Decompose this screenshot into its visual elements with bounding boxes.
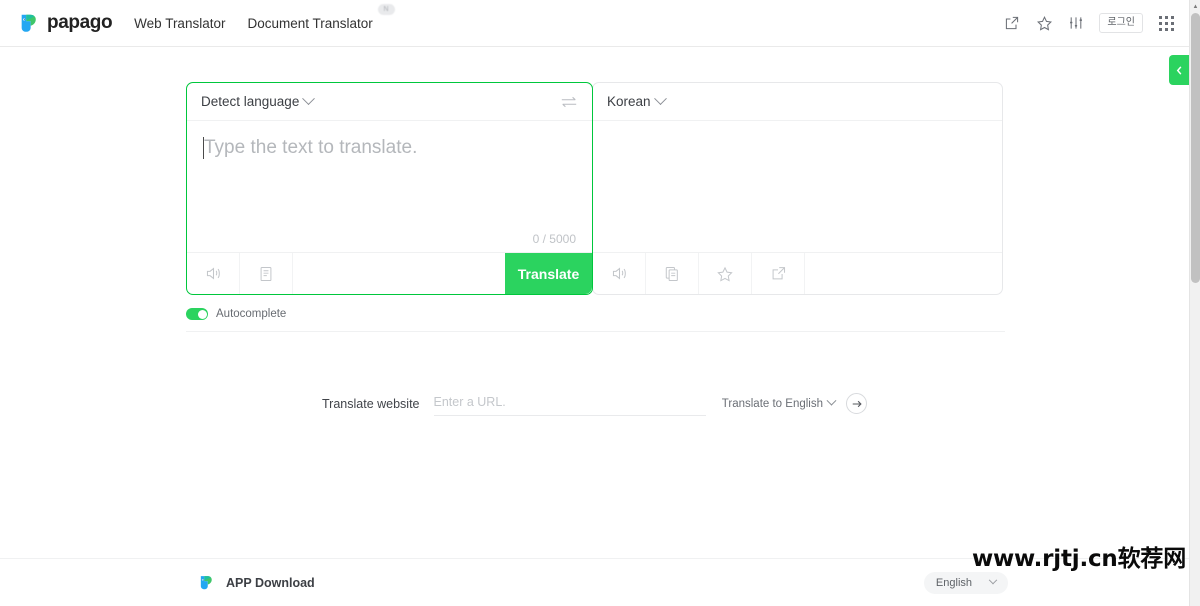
website-target-language-select[interactable]: Translate to English: [721, 395, 837, 410]
chevron-down-icon: [302, 92, 316, 106]
footer-language-label: English: [935, 576, 972, 589]
source-placeholder: Type the text to translate.: [204, 137, 418, 158]
watermark-text: www.rjtj.cn软荐网: [971, 546, 1186, 572]
scroll-up-arrow[interactable]: ▲: [1190, 0, 1200, 13]
papago-logo[interactable]: papago: [18, 12, 113, 34]
nav-item-web-translator[interactable]: Web Translator: [134, 16, 225, 31]
translate-button[interactable]: Translate: [505, 253, 592, 294]
source-panel-toolbar: Translate: [187, 252, 592, 294]
chevron-down-icon: [826, 395, 837, 406]
app-download-link[interactable]: APP Download: [198, 574, 315, 591]
chevron-left-icon: [1176, 65, 1181, 75]
external-link-icon[interactable]: [1003, 14, 1021, 32]
papago-bird-icon: [21, 14, 36, 32]
share-icon[interactable]: [752, 253, 805, 294]
sliders-icon[interactable]: [1067, 14, 1085, 32]
papago-bird-icon: [200, 576, 212, 590]
source-panel: Detect language Type the text to transla…: [186, 82, 593, 295]
source-panel-header: Detect language: [187, 83, 592, 121]
target-panel: Korean: [592, 82, 1003, 295]
website-go-button[interactable]: [846, 393, 867, 414]
source-text-area-wrap[interactable]: Type the text to translate. 0 / 5000: [187, 121, 592, 252]
url-input[interactable]: [433, 391, 706, 416]
translate-website-label: Translate website: [322, 396, 420, 411]
main-nav: Web Translator Document Translator N: [134, 3, 395, 31]
speaker-icon[interactable]: [593, 253, 646, 294]
copy-icon[interactable]: [646, 253, 699, 294]
side-panel-toggle[interactable]: [1169, 55, 1189, 85]
top-header: papago Web Translator Document Translato…: [0, 0, 1189, 47]
new-badge: N: [377, 3, 395, 15]
login-button[interactable]: 로그인: [1099, 13, 1143, 33]
dictionary-icon[interactable]: [240, 253, 293, 294]
target-language-select[interactable]: Korean: [607, 92, 667, 109]
star-icon[interactable]: [699, 253, 752, 294]
source-language-select[interactable]: Detect language: [201, 92, 316, 109]
app-download-label: APP Download: [226, 575, 315, 590]
apps-grid-icon[interactable]: [1157, 14, 1175, 32]
main-content: Detect language Type the text to transla…: [0, 82, 1189, 416]
target-panel-toolbar: [593, 252, 1002, 294]
source-textarea[interactable]: Type the text to translate.: [203, 135, 576, 161]
swap-languages-button[interactable]: [560, 95, 578, 109]
brand-name: papago: [47, 12, 113, 33]
nav-item-document-translator-label: Document Translator: [247, 15, 373, 31]
translate-website-row: Translate website Translate to English: [322, 391, 867, 416]
nav-item-web-translator-label: Web Translator: [134, 15, 226, 31]
scrollbar-thumb[interactable]: [1191, 13, 1200, 283]
nav-item-document-translator[interactable]: Document Translator N: [247, 3, 395, 31]
target-language-label: Korean: [607, 94, 651, 109]
target-text-area: [593, 121, 1002, 252]
autocomplete-label: Autocomplete: [216, 308, 287, 320]
source-language-label: Detect language: [201, 94, 300, 109]
speaker-icon[interactable]: [187, 253, 240, 294]
target-panel-header: Korean: [593, 83, 1002, 121]
website-target-language-label: Translate to English: [721, 397, 823, 410]
page-scrollbar[interactable]: ▲: [1189, 0, 1200, 606]
footer-language-select[interactable]: English: [923, 571, 1008, 594]
header-actions: 로그인: [1003, 13, 1175, 33]
chevron-down-icon: [988, 575, 998, 584]
autocomplete-row: Autocomplete: [186, 308, 1189, 320]
section-divider: [186, 331, 1005, 332]
character-counter: 0 / 5000: [532, 232, 576, 246]
translator-panels: Detect language Type the text to transla…: [186, 82, 1005, 295]
chevron-down-icon: [653, 92, 667, 106]
star-icon[interactable]: [1035, 14, 1053, 32]
autocomplete-toggle[interactable]: [186, 308, 208, 320]
